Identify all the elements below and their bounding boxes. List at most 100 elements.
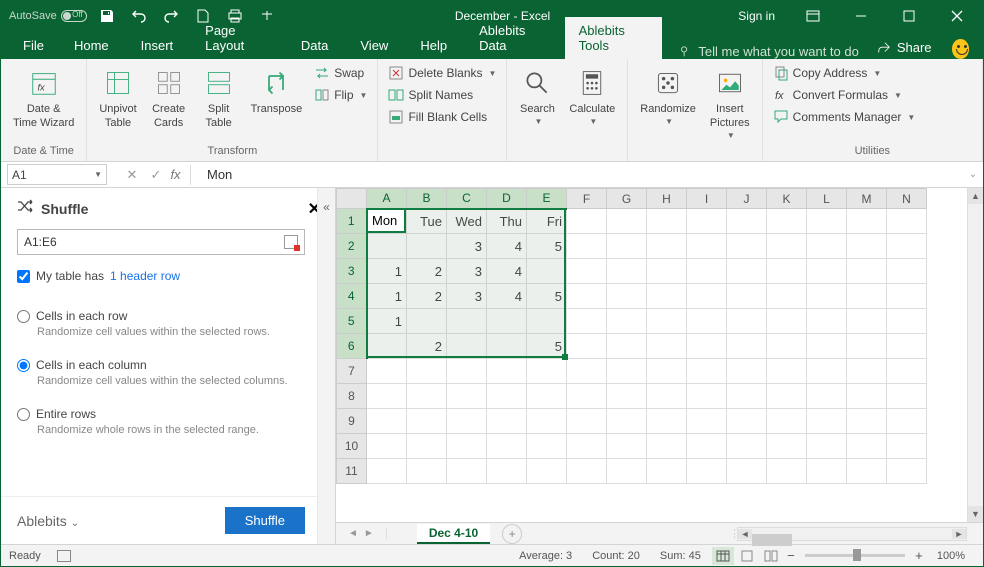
cell[interactable] — [567, 459, 607, 484]
cell[interactable] — [887, 284, 927, 309]
cell[interactable] — [447, 409, 487, 434]
horizontal-scrollbar[interactable]: ◄ ► — [737, 527, 967, 541]
tab-insert[interactable]: Insert — [127, 32, 188, 59]
date-time-wizard-button[interactable]: fx Date & Time Wizard — [7, 63, 80, 133]
cell[interactable] — [567, 334, 607, 359]
cell[interactable]: 5 — [527, 284, 567, 309]
transpose-button[interactable]: Transpose — [245, 63, 309, 119]
name-box[interactable]: A1▼ — [7, 164, 107, 185]
scroll-down-icon[interactable]: ▼ — [968, 506, 983, 522]
cell[interactable] — [647, 309, 687, 334]
insert-pictures-button[interactable]: Insert Pictures▼ — [704, 63, 756, 143]
range-input[interactable]: A1:E6 — [17, 229, 305, 255]
cell[interactable] — [767, 259, 807, 284]
fill-blank-cells-button[interactable]: Fill Blank Cells — [384, 107, 500, 127]
split-names-button[interactable]: Split Names — [384, 85, 500, 105]
cell[interactable] — [727, 284, 767, 309]
cell[interactable] — [887, 409, 927, 434]
cell[interactable] — [767, 409, 807, 434]
cell[interactable]: Tue — [407, 209, 447, 234]
cell[interactable] — [567, 409, 607, 434]
cell[interactable] — [407, 384, 447, 409]
cell[interactable] — [367, 434, 407, 459]
cell[interactable] — [527, 309, 567, 334]
option-entire-rows[interactable]: Entire rows — [17, 407, 305, 421]
convert-formulas-button[interactable]: fxConvert Formulas▼ — [769, 85, 920, 105]
cell[interactable] — [887, 209, 927, 234]
cell[interactable] — [527, 359, 567, 384]
cell[interactable]: 3 — [447, 234, 487, 259]
cell[interactable] — [487, 434, 527, 459]
cell[interactable]: 5 — [527, 334, 567, 359]
pane-collapse-icon[interactable]: « — [317, 188, 335, 544]
cell[interactable]: 3 — [447, 284, 487, 309]
swap-button[interactable]: Swap — [310, 63, 371, 83]
cell[interactable] — [727, 359, 767, 384]
cell[interactable] — [607, 359, 647, 384]
cell[interactable] — [367, 359, 407, 384]
cell[interactable] — [647, 334, 687, 359]
cell[interactable] — [607, 409, 647, 434]
cell[interactable] — [687, 259, 727, 284]
cell[interactable] — [567, 209, 607, 234]
minimize-button[interactable] — [839, 1, 883, 31]
cell[interactable] — [367, 384, 407, 409]
tab-file[interactable]: File — [15, 32, 56, 59]
sheet-nav-last-icon[interactable]: ► — [362, 528, 376, 539]
cell[interactable]: 4 — [487, 284, 527, 309]
cell[interactable] — [407, 309, 447, 334]
tab-page-layout[interactable]: Page Layout — [191, 17, 283, 59]
cell[interactable] — [567, 234, 607, 259]
cell[interactable] — [487, 409, 527, 434]
view-normal-icon[interactable] — [712, 547, 734, 565]
view-page-break-icon[interactable] — [760, 547, 782, 565]
cell[interactable] — [727, 209, 767, 234]
cell[interactable] — [847, 259, 887, 284]
vertical-scrollbar[interactable]: ▲ ▼ — [967, 188, 983, 522]
shuffle-button[interactable]: Shuffle — [225, 507, 305, 534]
cell[interactable] — [367, 234, 407, 259]
cell[interactable]: 2 — [407, 334, 447, 359]
zoom-out-button[interactable]: − — [783, 548, 799, 563]
cell[interactable] — [607, 334, 647, 359]
scroll-up-icon[interactable]: ▲ — [968, 188, 983, 204]
cell[interactable] — [687, 459, 727, 484]
cell[interactable] — [607, 209, 647, 234]
cell[interactable] — [567, 309, 607, 334]
split-table-button[interactable]: Split Table — [195, 63, 243, 133]
save-icon[interactable] — [95, 4, 119, 28]
delete-blanks-button[interactable]: Delete Blanks▼ — [384, 63, 500, 83]
cell[interactable] — [647, 434, 687, 459]
zoom-slider[interactable] — [805, 554, 905, 557]
cell[interactable] — [647, 209, 687, 234]
cell[interactable] — [767, 384, 807, 409]
cell[interactable] — [487, 309, 527, 334]
cell[interactable] — [887, 459, 927, 484]
cell[interactable] — [647, 284, 687, 309]
cell[interactable] — [687, 409, 727, 434]
cell[interactable] — [407, 409, 447, 434]
cell[interactable] — [807, 409, 847, 434]
view-page-layout-icon[interactable] — [736, 547, 758, 565]
cell[interactable] — [647, 259, 687, 284]
cell[interactable] — [447, 434, 487, 459]
header-row-checkbox[interactable]: My table has 1 header row — [17, 269, 305, 283]
redo-icon[interactable] — [159, 4, 183, 28]
feedback-smiley-icon[interactable] — [952, 39, 969, 59]
undo-icon[interactable] — [127, 4, 151, 28]
cell[interactable] — [407, 359, 447, 384]
cell[interactable] — [687, 209, 727, 234]
autosave-toggle[interactable]: AutoSave — [9, 10, 87, 22]
cell[interactable] — [447, 334, 487, 359]
ribbon-display-icon[interactable] — [791, 1, 835, 31]
ablebits-link[interactable]: Ablebits ⌄ — [17, 513, 79, 529]
cell[interactable] — [847, 434, 887, 459]
cell[interactable] — [607, 384, 647, 409]
close-button[interactable] — [935, 1, 979, 31]
cell[interactable]: Mon — [367, 209, 407, 234]
cell[interactable] — [647, 359, 687, 384]
tab-ablebits-tools[interactable]: Ablebits Tools — [565, 17, 663, 59]
cell[interactable] — [727, 409, 767, 434]
range-picker-icon[interactable] — [284, 235, 298, 249]
flip-button[interactable]: Flip▼ — [310, 85, 371, 105]
